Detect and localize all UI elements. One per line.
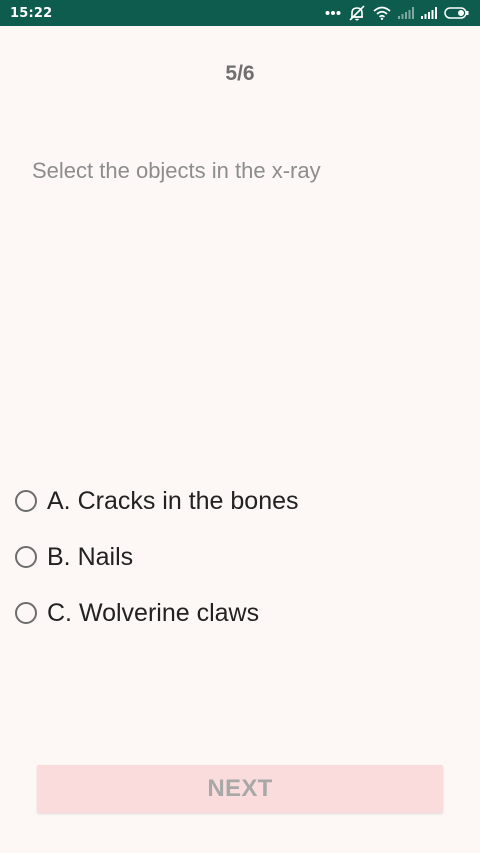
question-progress: 5/6	[225, 62, 255, 85]
option-b[interactable]: B. Nails	[15, 537, 299, 577]
more-dots-icon	[325, 10, 341, 16]
question-text: Select the objects in the x-ray	[32, 158, 321, 183]
alarm-off-icon	[348, 4, 366, 22]
radio-unchecked-icon[interactable]	[15, 490, 37, 512]
wifi-icon	[373, 6, 391, 20]
option-a[interactable]: A. Cracks in the bones	[15, 481, 299, 521]
option-label: A. Cracks in the bones	[47, 486, 299, 515]
option-label: C. Wolverine claws	[47, 598, 260, 627]
radio-unchecked-icon[interactable]	[15, 546, 37, 568]
battery-icon	[444, 7, 470, 19]
radio-unchecked-icon[interactable]	[15, 602, 37, 624]
signal-strong-icon	[421, 7, 437, 19]
status-time: 15:22	[10, 5, 53, 21]
option-label: B. Nails	[47, 542, 134, 571]
status-bar: 15:22	[0, 0, 480, 26]
option-c[interactable]: C. Wolverine claws	[15, 593, 299, 633]
answer-options: A. Cracks in the bones B. Nails C. Wolve…	[15, 481, 299, 649]
signal-weak-icon	[398, 7, 414, 19]
status-icons	[325, 4, 470, 22]
next-button[interactable]: NEXT	[37, 765, 443, 813]
